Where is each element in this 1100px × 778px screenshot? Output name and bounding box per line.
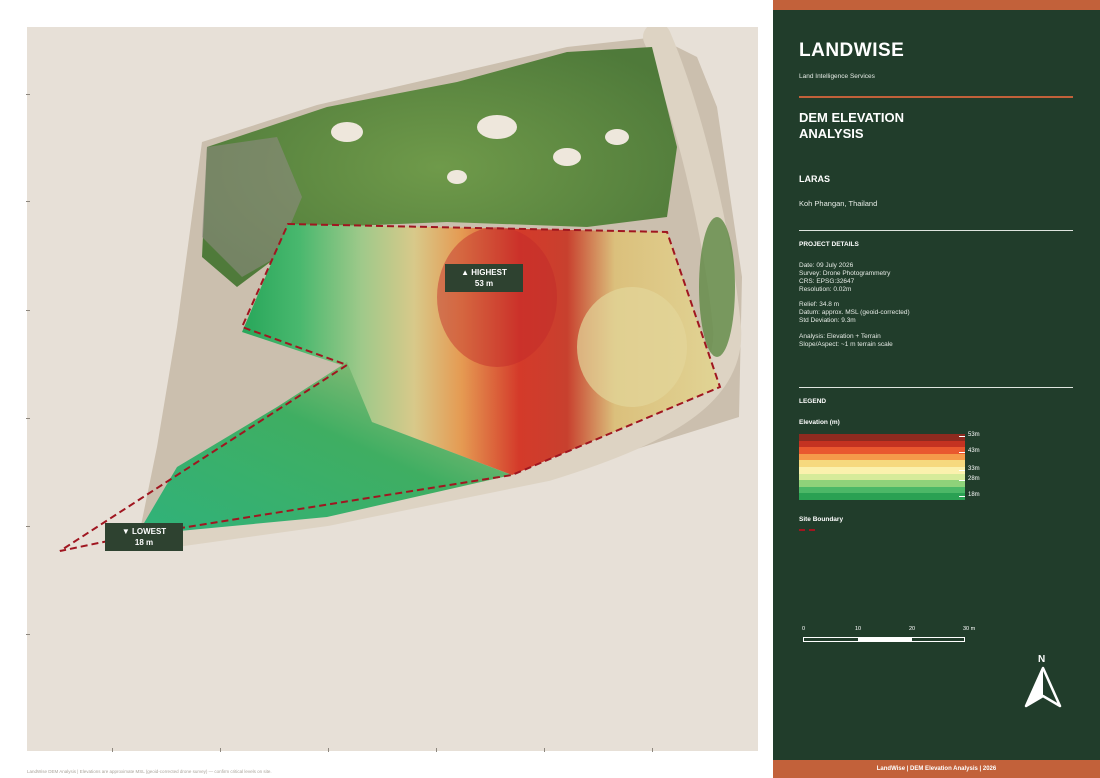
scale-label-0: 0 bbox=[802, 626, 806, 632]
detail-resolution: Resolution: 0.02m bbox=[799, 286, 852, 293]
panel-top-bar bbox=[773, 0, 1100, 10]
site-location: Koh Phangan, Thailand bbox=[799, 199, 878, 208]
report-title-line1: DEM ELEVATION bbox=[799, 110, 904, 125]
report-title-line2: ANALYSIS bbox=[799, 126, 864, 141]
legend-band bbox=[799, 493, 965, 501]
legend-elevation-title: Elevation (m) bbox=[799, 419, 840, 426]
legend-label-28: 28m bbox=[968, 476, 980, 482]
brand-tagline: Land Intelligence Services bbox=[799, 73, 875, 80]
lowest-point-label[interactable]: ▼ LOWEST 18 m bbox=[105, 523, 183, 551]
lowest-value-text: 18 m bbox=[134, 538, 154, 547]
legend-heading: LEGEND bbox=[799, 398, 827, 405]
divider-details bbox=[799, 230, 1073, 231]
site-boundary-label: Site Boundary bbox=[799, 516, 844, 523]
legend-label-18: 18m bbox=[968, 492, 980, 498]
site-boundary-swatch bbox=[799, 529, 815, 531]
project-details-heading: PROJECT DETAILS bbox=[799, 241, 859, 248]
map-frame[interactable]: ▲ HIGHEST 53 m ▼ LOWEST 18 m bbox=[26, 27, 758, 752]
scale-label-10: 10 bbox=[855, 626, 862, 632]
divider-legend bbox=[799, 387, 1073, 388]
north-arrow-icon bbox=[1024, 666, 1062, 708]
scale-bar bbox=[803, 637, 965, 642]
scale-label-20: 20 bbox=[909, 626, 916, 632]
site-name: LARAS bbox=[799, 174, 830, 184]
divider-orange bbox=[799, 96, 1073, 98]
scale-label-30: 30 m bbox=[963, 626, 976, 632]
panel-footer: LandWise | DEM Elevation Analysis | 2026 bbox=[773, 760, 1100, 778]
orthophoto-dem-map[interactable] bbox=[27, 27, 758, 751]
map-footer-note: LandWise DEM Analysis | Elevations are a… bbox=[27, 769, 272, 774]
info-panel: LANDWISE Land Intelligence Services DEM … bbox=[773, 0, 1100, 778]
lowest-label-text: ▼ LOWEST bbox=[121, 527, 167, 536]
brand-name: LANDWISE bbox=[799, 40, 905, 61]
legend-label-43: 43m bbox=[968, 448, 980, 454]
detail-std-dev: Std Deviation: 9.3m bbox=[799, 317, 856, 324]
north-label: N bbox=[1038, 654, 1046, 665]
legend-label-53: 53m bbox=[968, 432, 980, 438]
highest-value-text: 53 m bbox=[474, 279, 494, 288]
highest-point-label[interactable]: ▲ HIGHEST 53 m bbox=[445, 264, 523, 292]
detail-slope: Slope/Aspect: ~1 m terrain scale bbox=[799, 341, 893, 348]
highest-label-text: ▲ HIGHEST bbox=[461, 268, 507, 277]
legend-label-33: 33m bbox=[968, 466, 980, 472]
